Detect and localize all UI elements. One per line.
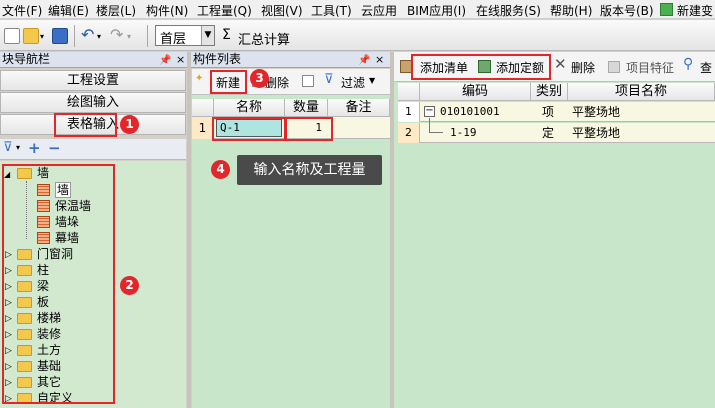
- row-header-corner: [398, 83, 420, 101]
- redo-dropdown-icon[interactable]: ▾: [127, 32, 131, 41]
- col-header-code[interactable]: 编码: [420, 83, 531, 101]
- step-badge-3: 3: [250, 69, 269, 88]
- row-header-corner: [192, 99, 214, 117]
- floor-select[interactable]: 首层 ▼: [155, 25, 215, 47]
- component-panel-title-text: 构件列表: [193, 52, 242, 66]
- tree-connector: [429, 132, 443, 133]
- save-icon[interactable]: [52, 28, 68, 44]
- collapse-icon[interactable]: −: [424, 106, 435, 117]
- toolbar: [0, 20, 715, 51]
- bill-name-cell[interactable]: 平整场地: [572, 103, 620, 121]
- filter-button[interactable]: 过滤: [341, 74, 365, 91]
- menu-bim[interactable]: BIM应用(I): [407, 2, 466, 19]
- delete-bill-button[interactable]: 删除: [571, 59, 595, 76]
- new-file-icon[interactable]: [4, 28, 20, 44]
- project-feature-button[interactable]: 项目特征: [626, 59, 674, 76]
- nav-panel-title: 块导航栏 📌 ×: [0, 52, 191, 68]
- close-icon[interactable]: ×: [176, 52, 185, 67]
- undo-icon[interactable]: ↶: [81, 25, 94, 44]
- collapse-all-icon[interactable]: −: [48, 139, 61, 157]
- component-note-cell[interactable]: [330, 119, 388, 137]
- sigma-icon: Σ: [222, 27, 231, 43]
- menu-component[interactable]: 构件(N): [146, 2, 188, 19]
- table-row[interactable]: [398, 123, 715, 143]
- menu-tools[interactable]: 工具(T): [311, 2, 352, 19]
- step-badge-4: 4: [211, 160, 230, 179]
- menu-help[interactable]: 帮助(H): [550, 2, 592, 19]
- filter-icon[interactable]: ⊽: [3, 140, 13, 155]
- filter-dropdown-icon[interactable]: ▼: [369, 76, 375, 85]
- copy-icon[interactable]: [302, 75, 314, 87]
- menu-bar: 文件(F) 编辑(E) 楼层(L) 构件(N) 工程量(Q) 视图(V) 工具(…: [0, 0, 715, 19]
- pin-icon[interactable]: 📌: [159, 53, 171, 68]
- sum-calc-button[interactable]: 汇总计算: [238, 29, 290, 48]
- highlight-add-buttons: [411, 54, 551, 80]
- new-change-icon: [660, 3, 673, 16]
- splitter[interactable]: [187, 52, 191, 408]
- highlight-name: [212, 117, 286, 141]
- menu-online[interactable]: 在线服务(S): [476, 2, 541, 19]
- highlight-quantity: [285, 117, 333, 141]
- menu-view[interactable]: 视图(V): [261, 2, 303, 19]
- floor-select-value: 首层: [160, 32, 187, 47]
- filter-dropdown-icon[interactable]: ▾: [16, 143, 20, 152]
- col-header-item-name[interactable]: 项目名称: [568, 83, 715, 101]
- col-header-quantity[interactable]: 数量: [285, 99, 328, 117]
- tree-toolbar: ⊽ ▾ + −: [0, 139, 186, 160]
- col-header-type[interactable]: 类别: [531, 83, 568, 101]
- menu-file[interactable]: 文件(F): [2, 2, 42, 19]
- drawing-input-button[interactable]: 绘图输入: [0, 92, 186, 113]
- row-number: 2: [398, 123, 420, 143]
- pin-icon[interactable]: 📌: [358, 53, 370, 68]
- highlight-table-input: [54, 113, 117, 137]
- open-dropdown-icon[interactable]: ▾: [40, 32, 44, 41]
- menu-edit[interactable]: 编辑(E): [48, 2, 89, 19]
- nav-panel-title-text: 块导航栏: [2, 52, 51, 66]
- quota-code-cell[interactable]: 1-19: [450, 124, 477, 142]
- project-settings-button[interactable]: 工程设置: [0, 70, 186, 91]
- col-header-name[interactable]: 名称: [214, 99, 285, 117]
- search-button[interactable]: 查: [700, 59, 712, 76]
- close-icon[interactable]: ×: [375, 52, 384, 67]
- feature-icon: [608, 61, 620, 73]
- filter-icon: ⊽: [324, 72, 334, 87]
- menu-version[interactable]: 版本号(B): [600, 2, 654, 19]
- component-panel-title: 构件列表 📌 ×: [191, 52, 390, 68]
- quota-type-cell[interactable]: 定: [542, 124, 554, 142]
- highlight-new: [210, 70, 247, 94]
- delete-icon: ✕: [554, 55, 567, 73]
- menu-new-change[interactable]: 新建变: [677, 2, 713, 19]
- search-icon: ⚲: [683, 56, 694, 72]
- undo-dropdown-icon[interactable]: ▾: [97, 32, 101, 41]
- component-grid: [192, 95, 390, 408]
- bill-type-cell[interactable]: 项: [542, 103, 554, 121]
- tree-connector: [429, 118, 430, 133]
- menu-floor[interactable]: 楼层(L): [96, 2, 136, 19]
- menu-quantity[interactable]: 工程量(Q): [197, 2, 252, 19]
- expand-all-icon[interactable]: +: [28, 139, 41, 157]
- row-number: 1: [398, 102, 420, 122]
- highlight-tree: [2, 164, 115, 404]
- open-folder-icon[interactable]: [23, 28, 39, 44]
- menu-cloud[interactable]: 云应用: [361, 2, 397, 19]
- col-header-note[interactable]: 备注: [328, 99, 390, 117]
- bill-code-cell[interactable]: 010101001: [440, 103, 500, 121]
- row-number: 1: [192, 117, 214, 139]
- tooltip: 输入名称及工程量: [237, 155, 382, 185]
- chevron-down-icon[interactable]: ▼: [201, 26, 214, 45]
- step-badge-1: 1: [120, 115, 139, 134]
- quota-name-cell[interactable]: 平整场地: [572, 124, 620, 142]
- step-badge-2: 2: [120, 276, 139, 295]
- redo-icon[interactable]: ↷: [110, 25, 123, 44]
- new-star-icon: ✦: [195, 73, 204, 84]
